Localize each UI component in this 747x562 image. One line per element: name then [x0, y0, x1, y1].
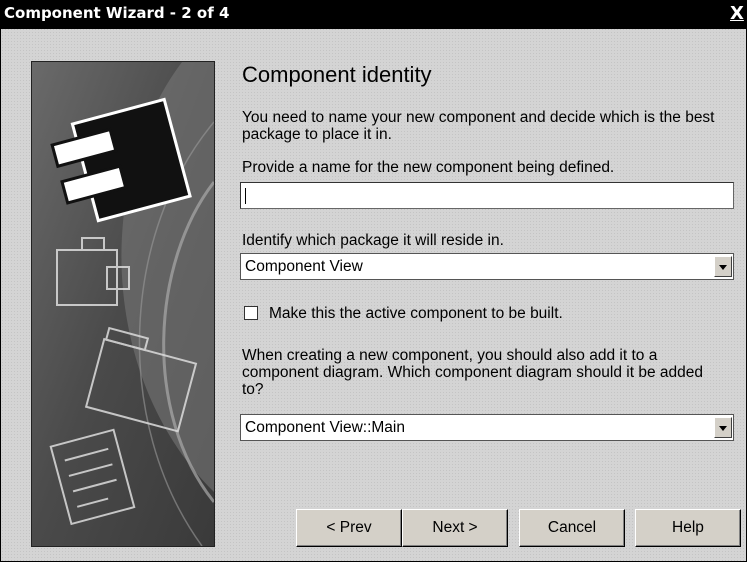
- cancel-button[interactable]: Cancel: [519, 509, 625, 547]
- intro-text: You need to name your new component and …: [242, 109, 715, 143]
- diagram-select[interactable]: Component View::Main: [240, 414, 734, 441]
- package-select[interactable]: Component View: [240, 253, 734, 280]
- package-prompt: Identify which package it will reside in…: [242, 232, 504, 249]
- component-wizard-dialog: Component Wizard - 2 of 4 X Component id…: [0, 0, 747, 562]
- name-prompt: Provide a name for the new component bei…: [242, 159, 615, 176]
- prev-button[interactable]: < Prev: [296, 509, 402, 547]
- active-component-label[interactable]: Make this the active component to be bui…: [269, 305, 746, 322]
- component-name-field[interactable]: [240, 182, 734, 209]
- title-bar: Component Wizard - 2 of 4 X: [1, 1, 746, 29]
- chevron-down-icon[interactable]: [714, 417, 732, 438]
- wizard-illustration-graphic: [32, 62, 214, 546]
- package-select-value: Component View: [245, 258, 363, 275]
- diagram-select-value: Component View::Main: [245, 419, 405, 436]
- chevron-down-icon[interactable]: [714, 256, 732, 277]
- help-button[interactable]: Help: [635, 509, 741, 547]
- dialog-title: Component Wizard - 2 of 4: [4, 4, 230, 22]
- close-icon[interactable]: X: [730, 4, 746, 24]
- text-caret: [245, 188, 246, 204]
- page-heading: Component identity: [242, 62, 432, 87]
- next-button[interactable]: Next >: [402, 509, 508, 547]
- diagram-prompt: When creating a new component, you shoul…: [242, 347, 703, 398]
- active-component-checkbox[interactable]: [244, 306, 258, 320]
- wizard-illustration: [31, 61, 215, 547]
